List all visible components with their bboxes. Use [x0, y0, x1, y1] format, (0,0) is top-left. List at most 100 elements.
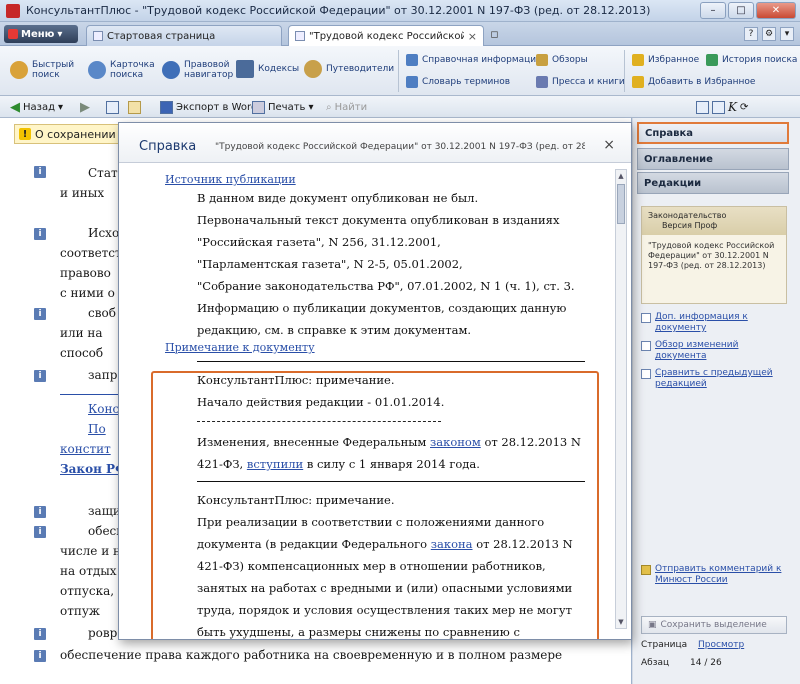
- compare-icon: [641, 369, 651, 379]
- note-text: занятых на работах с вредными и (или) оп…: [197, 581, 573, 595]
- source-line: Информацию о публикации документов, созд…: [197, 301, 567, 315]
- document-link[interactable]: По: [88, 422, 106, 436]
- send-comment-link[interactable]: Отправить комментарий к Минюст России: [641, 564, 783, 586]
- close-window-icon[interactable]: ✕: [756, 2, 796, 19]
- favorites-button[interactable]: Избранное: [632, 54, 699, 66]
- codes-button[interactable]: Кодексы: [236, 60, 300, 78]
- federal-law-link[interactable]: закона: [431, 537, 473, 551]
- main-menu-button[interactable]: Меню ▾: [4, 25, 78, 43]
- tab-reference[interactable]: Справка: [637, 122, 789, 144]
- help-icon[interactable]: ?: [744, 27, 758, 41]
- search-card-button[interactable]: Карточка поиска: [88, 60, 158, 80]
- word-icon: [160, 100, 173, 114]
- tab-editions[interactable]: Редакции: [637, 172, 789, 194]
- tab-contents[interactable]: Оглавление: [637, 148, 789, 170]
- printer-icon: [252, 100, 265, 114]
- entered-force-link[interactable]: вступили: [247, 457, 303, 471]
- info-icon[interactable]: i: [34, 370, 46, 382]
- info-icon[interactable]: i: [34, 308, 46, 320]
- source-line: "Российская газета", N 256, 31.12.2001,: [197, 235, 441, 249]
- maximize-icon[interactable]: □: [728, 2, 754, 19]
- note-text: При реализации в соответствии с положени…: [197, 515, 545, 529]
- save-selection-button[interactable]: ▣ Сохранить выделение: [641, 616, 787, 634]
- chevron-down-icon: ▾: [57, 28, 63, 40]
- close-tab-icon[interactable]: ×: [468, 30, 477, 43]
- law-link[interactable]: законом: [430, 435, 481, 449]
- tab-start-page[interactable]: Стартовая страница: [86, 25, 282, 46]
- forward-button[interactable]: ▶: [80, 99, 90, 115]
- newspaper-icon: [536, 76, 548, 88]
- history-icon: [706, 54, 718, 66]
- document-text: Исхо: [88, 226, 120, 240]
- comment-icon: [641, 565, 651, 575]
- legal-navigator-button[interactable]: Правовой навигатор: [162, 60, 233, 80]
- document-text: способ: [60, 346, 104, 360]
- folder-button[interactable]: [128, 99, 141, 115]
- settings-icon[interactable]: ⚙: [762, 27, 776, 41]
- books-icon: [236, 60, 254, 78]
- scroll-down-icon[interactable]: ▼: [616, 616, 626, 628]
- document-link[interactable]: Закон РФ: [60, 462, 126, 476]
- document-text: соответст: [60, 246, 122, 260]
- document-link[interactable]: констит: [60, 442, 111, 456]
- info-icon[interactable]: i: [34, 228, 46, 240]
- paragraph-indicator: Абзац 14 / 26: [641, 658, 722, 668]
- source-line: В данном виде документ опубликован не бы…: [197, 191, 479, 205]
- add-to-favorites-button[interactable]: Добавить в Избранное: [632, 76, 755, 88]
- info-icon[interactable]: i: [34, 506, 46, 518]
- document-info-box: Законодательство Версия Проф "Трудовой к…: [641, 206, 787, 304]
- app-logo-icon: [6, 3, 20, 18]
- view-mode-link[interactable]: Просмотр: [698, 640, 744, 650]
- scroll-thumb[interactable]: [617, 184, 625, 224]
- document-text: отпуска,: [60, 584, 115, 598]
- folder-icon: [128, 100, 141, 114]
- search-history-button[interactable]: История поиска: [706, 54, 797, 66]
- document-text: обеспечение права каждого работника на с…: [60, 648, 563, 662]
- bookmark-icon[interactable]: [696, 100, 709, 114]
- document-link[interactable]: Конс: [88, 402, 119, 416]
- options-icon[interactable]: ▾: [780, 27, 794, 41]
- document-status-banner[interactable]: ! О сохранении: [14, 124, 124, 144]
- publication-source-title[interactable]: Источник публикации: [165, 173, 296, 186]
- dialog-scrollbar[interactable]: ▲ ▼: [615, 169, 627, 629]
- export-word-button[interactable]: Экспорт в Word: [160, 99, 257, 115]
- guides-button[interactable]: Путеводители: [304, 60, 394, 78]
- close-dialog-icon[interactable]: ×: [603, 137, 615, 153]
- refresh-icon[interactable]: ⟳: [740, 102, 748, 113]
- reference-info-button[interactable]: Справочная информация: [406, 54, 542, 66]
- tab-document[interactable]: "Трудовой кодекс Российской Фед... ×: [288, 25, 484, 46]
- glossary-button[interactable]: Словарь терминов: [406, 76, 510, 88]
- scroll-up-icon[interactable]: ▲: [616, 170, 626, 182]
- document-note-title[interactable]: Примечание к документу: [165, 341, 315, 354]
- find-button[interactable]: ⌕ Найти: [326, 99, 367, 115]
- compare-edition-link[interactable]: Сравнить с предыдущей редакцией: [641, 368, 783, 390]
- info-icon[interactable]: i: [34, 628, 46, 640]
- font-icon[interactable]: K: [728, 100, 737, 114]
- reference-dialog: Справка "Трудовой кодекс Российской Феде…: [118, 122, 632, 640]
- info-icon[interactable]: i: [34, 526, 46, 538]
- minimize-icon[interactable]: –: [700, 2, 726, 19]
- info-doc-icon: [641, 313, 651, 323]
- info-icon[interactable]: i: [34, 166, 46, 178]
- extra-info-link[interactable]: Доп. информация к документу: [641, 312, 783, 334]
- document-icon: [295, 31, 305, 41]
- search-icon: [10, 61, 28, 79]
- info-icon: [406, 54, 418, 66]
- changes-line: 421-ФЗ, вступили в силу с 1 января 2014 …: [197, 457, 480, 471]
- review-icon: [641, 341, 651, 351]
- dialog-header: Справка "Трудовой кодекс Российской Феде…: [119, 123, 631, 163]
- new-tab-icon[interactable]: ▫: [490, 27, 499, 42]
- note-divider: [197, 361, 585, 362]
- save-button[interactable]: [106, 99, 119, 115]
- source-line: "Собрание законодательства РФ", 07.01.20…: [197, 279, 575, 293]
- reviews-button[interactable]: Обзоры: [536, 54, 588, 66]
- tab-bar: Меню ▾ Стартовая страница "Трудовой коде…: [0, 22, 800, 46]
- press-books-button[interactable]: Пресса и книги: [536, 76, 625, 88]
- print-button[interactable]: Печать ▾: [252, 99, 313, 115]
- quick-search-button[interactable]: Быстрый поиск: [10, 60, 80, 80]
- text-size-icon[interactable]: [712, 100, 725, 114]
- info-icon[interactable]: i: [34, 650, 46, 662]
- back-button[interactable]: ◀ Назад ▾: [10, 99, 63, 115]
- save-selection-icon: ▣: [648, 620, 657, 630]
- changes-overview-link[interactable]: Обзор изменений документа: [641, 340, 783, 362]
